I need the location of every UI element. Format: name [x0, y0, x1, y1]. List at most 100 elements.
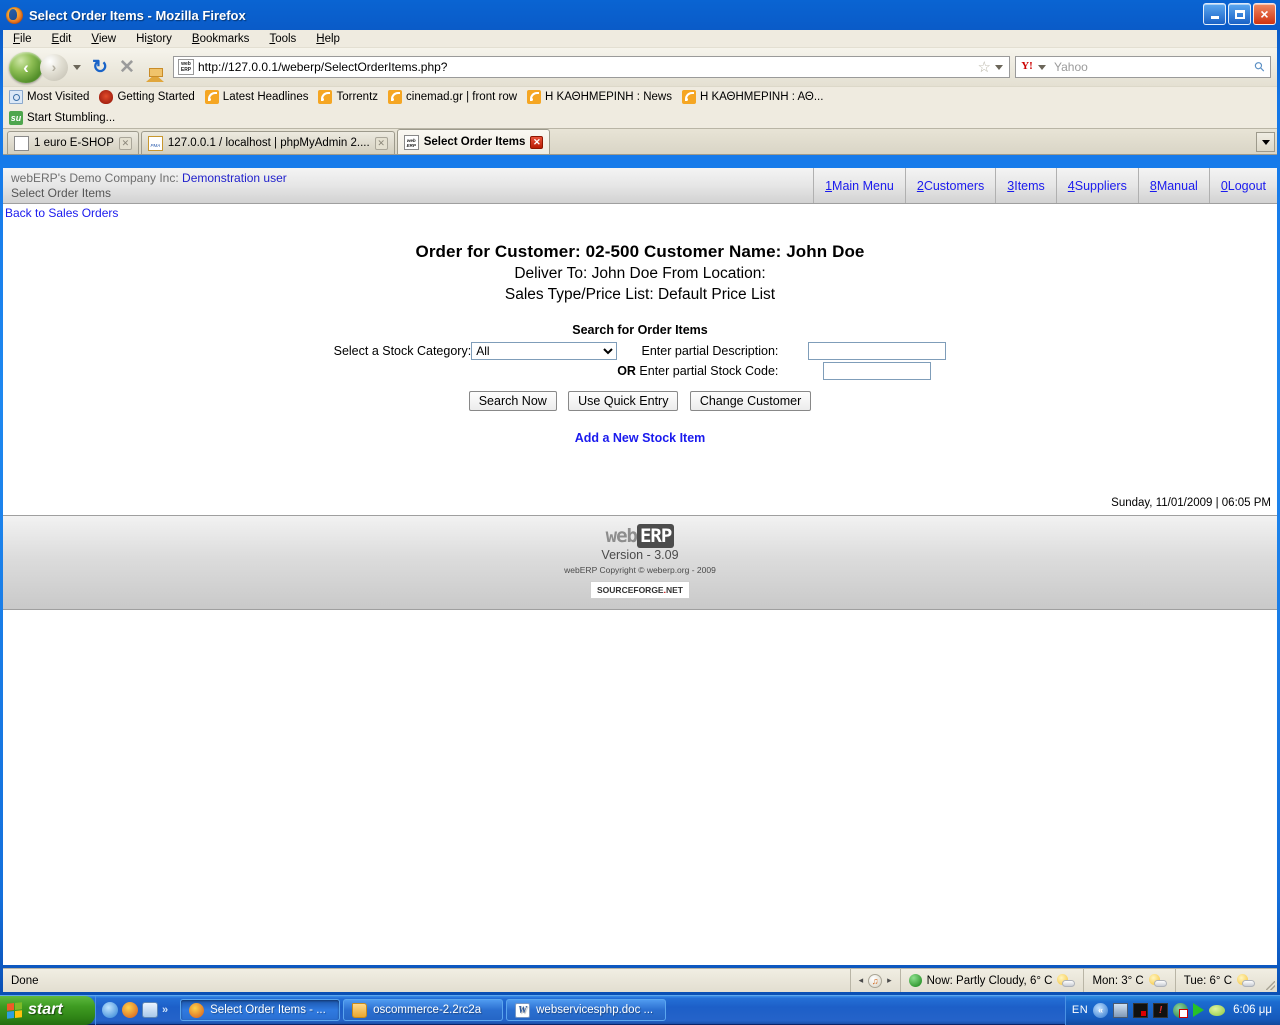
- page-content: Order for Customer: 02-500 Customer Name…: [3, 222, 1277, 509]
- start-button[interactable]: start: [0, 996, 95, 1025]
- history-dropdown-icon[interactable]: [73, 65, 81, 70]
- change-customer-button[interactable]: Change Customer: [690, 391, 811, 411]
- phpmyadmin-icon: [148, 136, 163, 151]
- nav-manual[interactable]: 8 Manual: [1138, 168, 1209, 203]
- music-prev-icon[interactable]: ◂: [859, 975, 864, 986]
- bookmark-label: Start Stumbling...: [27, 112, 115, 124]
- quick-launch-bar: »: [95, 996, 174, 1025]
- stock-category-select[interactable]: All: [471, 342, 617, 360]
- clock[interactable]: 6:06 μμ: [1233, 1004, 1272, 1016]
- tray-expand-icon[interactable]: «: [1093, 1003, 1108, 1018]
- nav-suppliers[interactable]: 4 Suppliers: [1056, 168, 1138, 203]
- menu-history[interactable]: History: [136, 33, 172, 45]
- forward-button[interactable]: ›: [40, 54, 68, 81]
- taskbar-item-word-document[interactable]: W webservicesphp.doc ...: [506, 999, 666, 1021]
- sun-cloud-icon: [1149, 974, 1167, 987]
- tab-select-order-items[interactable]: webERP Select Order Items ✕: [397, 129, 551, 154]
- bookmark-getting-started[interactable]: Getting Started: [99, 90, 194, 104]
- address-dropdown-icon[interactable]: [995, 65, 1003, 70]
- use-quick-entry-button[interactable]: Use Quick Entry: [568, 391, 678, 411]
- windows-taskbar: start » Select Order Items - ... oscomme…: [0, 995, 1280, 1024]
- back-to-sales-orders-link[interactable]: Back to Sales Orders: [5, 206, 118, 220]
- menu-file[interactable]: File: [13, 33, 32, 45]
- partial-stock-code-input[interactable]: [823, 362, 931, 380]
- generic-page-icon: [14, 136, 29, 151]
- tab-1-euro-eshop[interactable]: 1 euro E-SHOP ✕: [7, 131, 139, 154]
- taskbar-item-oscommerce-folder[interactable]: oscommerce-2.2rc2a: [343, 999, 503, 1021]
- network-icon[interactable]: [1113, 1003, 1128, 1018]
- nav-customers[interactable]: 2 Customers: [905, 168, 995, 203]
- home-button[interactable]: [142, 60, 168, 74]
- tab-phpmyadmin[interactable]: 127.0.0.1 / localhost | phpMyAdmin 2....…: [141, 131, 395, 154]
- tab-close-icon[interactable]: ✕: [375, 137, 388, 150]
- internet-explorer-icon[interactable]: [102, 1002, 118, 1018]
- bookmark-star-icon[interactable]: ☆: [978, 58, 991, 76]
- nav-key: 2: [917, 179, 924, 193]
- tab-close-icon[interactable]: ✕: [119, 137, 132, 150]
- status-text: Done: [3, 975, 850, 987]
- weberp-header: webERP's Demo Company Inc: Demonstration…: [3, 168, 1277, 204]
- bookmark-kathimerini-ath[interactable]: Η ΚΑΘΗΜΕΡΙΝΗ : ΑΘ...: [682, 90, 824, 104]
- taskbar-item-firefox[interactable]: Select Order Items - ...: [180, 999, 340, 1021]
- alert-icon[interactable]: !: [1153, 1003, 1168, 1018]
- bookmark-kathimerini-news[interactable]: Η ΚΑΘΗΜΕΡΙΝΗ : News: [527, 90, 672, 104]
- sourceforge-badge[interactable]: SOURCEFORGE.NET: [590, 581, 690, 599]
- nav-key: 0: [1221, 179, 1228, 193]
- search-buttons-row: Search Now Use Quick Entry Change Custom…: [3, 391, 1277, 411]
- description-label: Enter partial Description:: [617, 341, 778, 361]
- partial-description-input[interactable]: [808, 342, 946, 360]
- start-button-label: start: [28, 1001, 63, 1019]
- music-controls[interactable]: ◂ ♫ ▸: [850, 969, 900, 992]
- music-note-icon[interactable]: ♫: [868, 974, 882, 988]
- weather-monday[interactable]: Mon: 3° C: [1083, 969, 1174, 992]
- taskbar-window-list: Select Order Items - ... oscommerce-2.2r…: [174, 999, 1065, 1021]
- tab-label: Select Order Items: [424, 136, 526, 148]
- yahoo-search-icon[interactable]: Y!: [1018, 59, 1036, 75]
- nav-key: 8: [1150, 179, 1157, 193]
- search-bar[interactable]: Y! Yahoo ⚲: [1015, 56, 1271, 78]
- tab-label: 1 euro E-SHOP: [34, 137, 114, 149]
- or-label: OR: [617, 364, 636, 378]
- weather-now[interactable]: Now: Partly Cloudy, 6° C: [900, 969, 1084, 992]
- bookmark-label: Getting Started: [117, 91, 194, 103]
- bookmark-cinemad[interactable]: cinemad.gr | front row: [388, 90, 517, 104]
- media-play-icon[interactable]: [1193, 1003, 1204, 1017]
- maximize-button[interactable]: [1228, 3, 1251, 25]
- taskbar-item-label: oscommerce-2.2rc2a: [373, 1004, 481, 1016]
- menu-tools[interactable]: Tools: [269, 33, 296, 45]
- disc-icon[interactable]: [1209, 1005, 1225, 1016]
- list-all-tabs-button[interactable]: [1256, 132, 1275, 152]
- tab-close-icon[interactable]: ✕: [530, 136, 543, 149]
- nav-main-menu[interactable]: 1 Main Menu: [813, 168, 905, 203]
- minimize-button[interactable]: [1203, 3, 1226, 25]
- volume-icon[interactable]: [1133, 1003, 1148, 1018]
- address-bar[interactable]: webERP http://127.0.0.1/weberp/SelectOrd…: [173, 56, 1010, 78]
- quick-launch-expand-icon[interactable]: »: [162, 1004, 168, 1016]
- window-resize-grip[interactable]: [1263, 969, 1277, 992]
- firefox-icon[interactable]: [122, 1002, 138, 1018]
- nav-logout[interactable]: 0 Logout: [1209, 168, 1277, 203]
- back-button[interactable]: ‹: [9, 52, 43, 83]
- stop-button[interactable]: ✕: [115, 56, 139, 79]
- menu-edit[interactable]: Edit: [52, 33, 72, 45]
- close-button[interactable]: ×: [1253, 3, 1276, 25]
- nav-items[interactable]: 3 Items: [995, 168, 1056, 203]
- weather-mon-text: Mon: 3° C: [1092, 975, 1143, 987]
- bookmark-most-visited[interactable]: Most Visited: [9, 90, 89, 104]
- menu-view[interactable]: View: [91, 33, 116, 45]
- music-next-icon[interactable]: ▸: [887, 975, 892, 986]
- add-new-stock-item-link[interactable]: Add a New Stock Item: [575, 431, 706, 445]
- antivirus-icon[interactable]: [1173, 1003, 1188, 1018]
- outlook-icon[interactable]: [142, 1002, 158, 1018]
- menu-help[interactable]: Help: [316, 33, 340, 45]
- search-engine-dropdown-icon[interactable]: [1038, 65, 1046, 70]
- bookmark-start-stumbling[interactable]: su Start Stumbling...: [9, 111, 115, 125]
- search-input[interactable]: Yahoo: [1050, 60, 1255, 74]
- menu-bookmarks[interactable]: Bookmarks: [192, 33, 250, 45]
- search-now-button[interactable]: Search Now: [469, 391, 557, 411]
- reload-button[interactable]: ↻: [88, 56, 112, 79]
- bookmark-torrentz[interactable]: Torrentz: [318, 90, 378, 104]
- weather-tuesday[interactable]: Tue: 6° C: [1175, 969, 1263, 992]
- language-indicator[interactable]: EN: [1072, 1004, 1088, 1016]
- bookmark-latest-headlines[interactable]: Latest Headlines: [205, 90, 309, 104]
